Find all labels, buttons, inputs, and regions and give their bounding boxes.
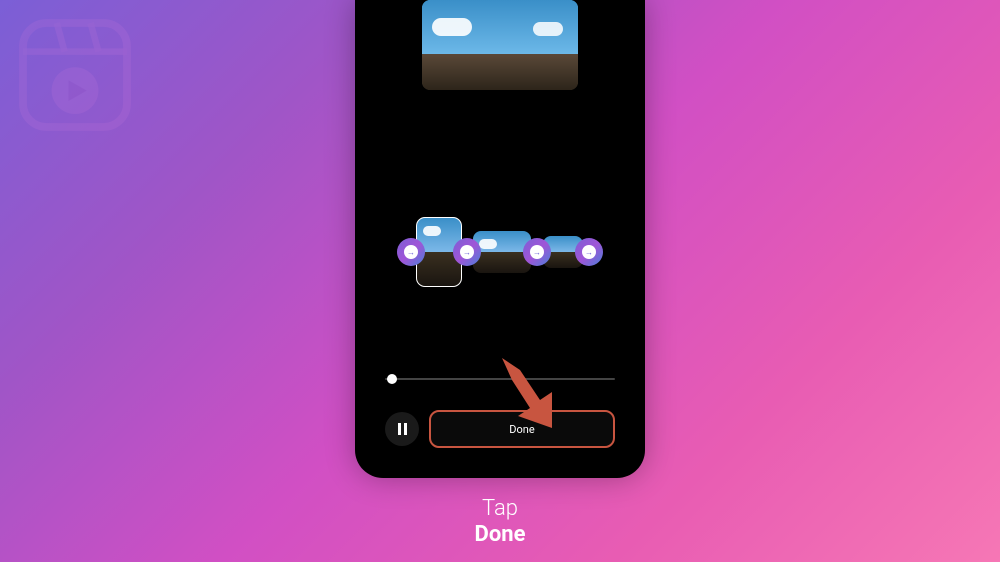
video-preview	[422, 0, 578, 90]
transition-icon[interactable]: →	[453, 238, 481, 266]
transition-icon[interactable]: →	[575, 238, 603, 266]
progress-handle[interactable]	[387, 374, 397, 384]
clips-timeline[interactable]: → → → →	[405, 218, 595, 286]
pause-icon	[398, 423, 407, 435]
pause-button[interactable]	[385, 412, 419, 446]
caption-text-2: Done	[475, 522, 526, 548]
caption-text-1: Tap	[475, 496, 526, 522]
transition-icon[interactable]: →	[397, 238, 425, 266]
instruction-caption: Tap Done	[475, 496, 526, 549]
reels-watermark-icon	[10, 10, 140, 140]
annotation-arrow-icon	[490, 350, 570, 440]
transition-icon[interactable]: →	[523, 238, 551, 266]
